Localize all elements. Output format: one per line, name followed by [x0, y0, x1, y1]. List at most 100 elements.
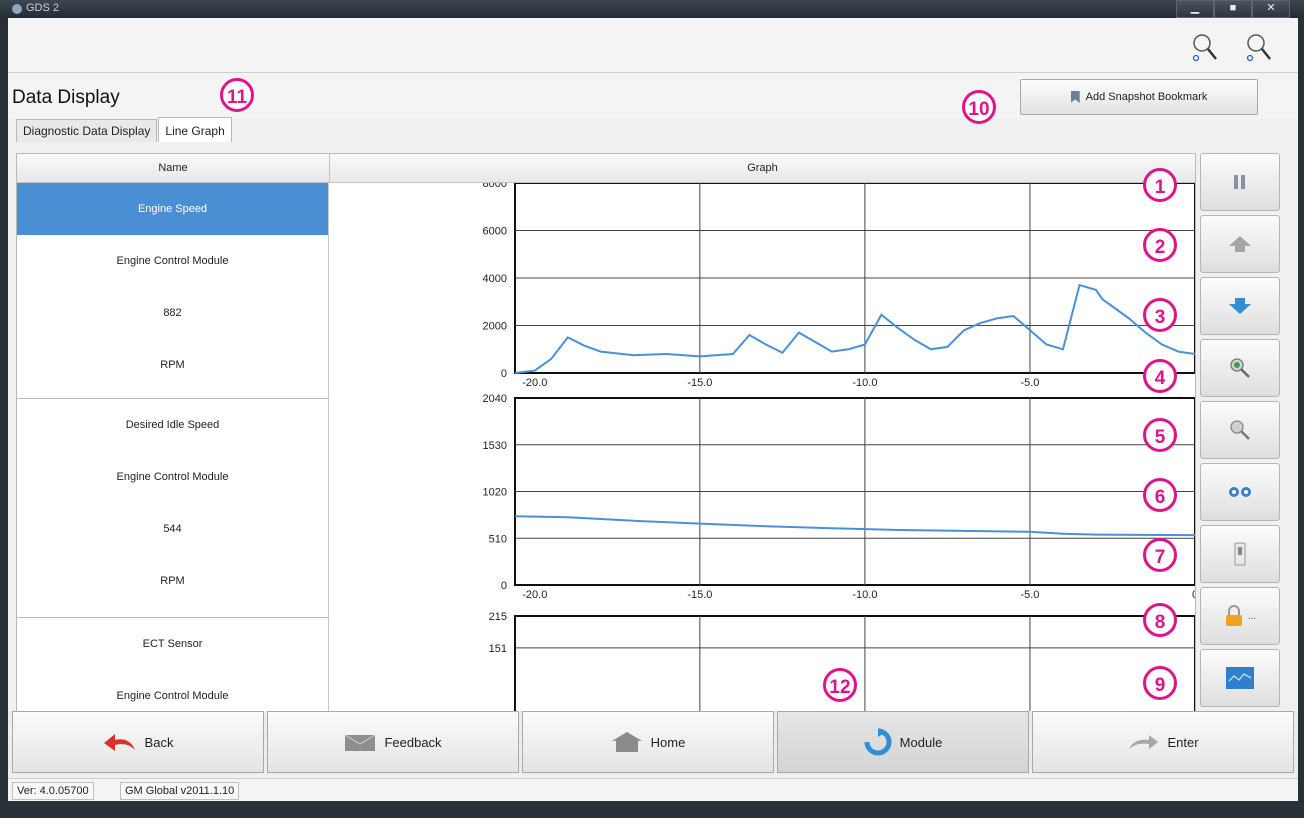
graph-view-button[interactable] [1200, 649, 1280, 707]
home-button[interactable]: Home [522, 711, 774, 773]
parameter-row[interactable]: ECT Sensor Engine Control Module [17, 618, 329, 711]
callout-11: 11 [220, 78, 254, 112]
module-button[interactable]: Module [777, 711, 1029, 773]
app-window: GDS 2 ▁ ■ ✕ Data Display Add Snapshot Bo… [0, 0, 1304, 818]
client-area: Data Display Add Snapshot Bookmark Diagn… [8, 18, 1298, 801]
y-tick-label: 1020 [483, 487, 507, 499]
lock-button[interactable]: ... [1200, 587, 1280, 645]
plot-frame [514, 615, 1195, 711]
parameter-unit: RPM [160, 359, 185, 371]
bookmark-icon [1070, 91, 1080, 103]
switch-icon [1234, 542, 1246, 566]
back-arrow-icon [103, 734, 135, 751]
tab-strip: Diagnostic Data Display Line Graph [16, 117, 233, 142]
callout-3: 3 [1143, 298, 1177, 332]
scroll-down-button[interactable] [1200, 277, 1280, 335]
x-tick-label: -20.0 [522, 589, 547, 601]
zoom-out-icon [1230, 358, 1250, 378]
y-tick-label: 8000 [483, 183, 507, 190]
module-label: Module [899, 734, 943, 750]
window-title: GDS 2 [26, 2, 60, 14]
callout-4: 4 [1143, 359, 1177, 393]
y-tick-label: 215 [489, 611, 507, 623]
line-graphs: -20.0 -15.0 -10.0 -5.0 0 2000 4000 6000 8000 -20.… [483, 183, 1195, 711]
callout-5: 5 [1143, 418, 1177, 452]
feedback-label: Feedback [384, 734, 442, 750]
graph-icon [1226, 667, 1254, 689]
close-button[interactable]: ✕ [1252, 0, 1290, 18]
parameter-row[interactable]: Engine Speed Engine Control Module 882 R… [17, 183, 329, 399]
enter-button[interactable]: Enter [1032, 711, 1294, 773]
callout-7: 7 [1143, 538, 1177, 572]
title-bar: GDS 2 ▁ ■ ✕ [0, 0, 1304, 18]
back-button[interactable]: Back [12, 711, 264, 773]
maximize-button[interactable]: ■ [1214, 0, 1252, 18]
minimize-button[interactable]: ▁ [1176, 0, 1214, 18]
parameter-module: Engine Control Module [116, 255, 229, 267]
database-status: GM Global v2011.1.10 [120, 782, 240, 800]
parameter-name: Desired Idle Speed [125, 419, 220, 431]
y-tick-label: 6000 [483, 226, 507, 238]
pause-icon [1234, 175, 1245, 189]
zoom-out-button[interactable] [1200, 339, 1280, 397]
tab-line-graph[interactable]: Line Graph [158, 117, 232, 142]
y-tick-label: 510 [489, 533, 507, 545]
scroll-up-button[interactable] [1200, 215, 1280, 273]
parameter-module: Engine Control Module [116, 471, 229, 483]
y-tick-label: 2040 [483, 393, 507, 405]
graph-column-header[interactable]: Graph [330, 154, 1195, 183]
pause-button[interactable] [1200, 153, 1280, 211]
callout-1: 1 [1143, 168, 1177, 202]
switch-button[interactable] [1200, 525, 1280, 583]
page-header: Data Display Add Snapshot Bookmark [8, 73, 1298, 119]
parameter-unit: RPM [160, 575, 185, 587]
tab-diagnostic-data-display[interactable]: Diagnostic Data Display [16, 119, 158, 142]
name-column-header[interactable]: Name [17, 154, 330, 183]
x-tick-label: -10.0 [852, 377, 877, 389]
back-label: Back [144, 734, 174, 750]
bottom-navigation: Back Feedback Home Module Enter [8, 711, 1298, 775]
app-icon [12, 4, 22, 14]
x-tick-label: -5.0 [1020, 589, 1039, 601]
zoom-in-magnifier-icon[interactable] [1246, 32, 1272, 64]
y-tick-label: 0 [501, 580, 507, 592]
feedback-envelope-icon [345, 734, 376, 751]
top-toolbar [8, 18, 1298, 73]
callout-9: 9 [1143, 666, 1177, 700]
graph-controls-sidebar: ... [1198, 153, 1284, 711]
page-title: Data Display [12, 87, 120, 108]
lock-icon [1225, 605, 1242, 626]
module-refresh-icon [864, 728, 892, 756]
x-tick-label: -10.0 [852, 589, 877, 601]
y-tick-label: 1530 [483, 440, 507, 452]
parameter-module: Engine Control Module [116, 690, 229, 702]
y-tick-label: 4000 [483, 273, 507, 285]
callout-2: 2 [1143, 228, 1177, 262]
x-tick-label: -5.0 [1020, 377, 1039, 389]
x-tick-label: -15.0 [687, 589, 712, 601]
zoom-in-button[interactable] [1200, 401, 1280, 459]
scroll-down-icon [1229, 298, 1251, 314]
version-status: Ver: 4.0.05700 [12, 782, 94, 800]
x-tick-label: -20.0 [522, 377, 547, 389]
enter-arrow-icon [1129, 735, 1159, 749]
callout-12: 12 [823, 668, 857, 702]
add-snapshot-bookmark-button[interactable]: Add Snapshot Bookmark [1020, 79, 1258, 115]
parameter-list: Engine Speed Engine Control Module 882 R… [17, 183, 329, 711]
lock-suffix: ... [1247, 610, 1257, 622]
data-table: Name Graph Engine Speed Engine Control M… [16, 153, 1196, 712]
y-tick-label: 2000 [483, 321, 507, 333]
zoom-out-magnifier-icon[interactable] [1192, 32, 1218, 64]
callout-6: 6 [1143, 478, 1177, 512]
parameter-row[interactable]: Desired Idle Speed Engine Control Module… [17, 399, 329, 618]
x-tick-label: 0 [1192, 589, 1195, 601]
home-label: Home [650, 734, 686, 750]
snapshot-button-label: Add Snapshot Bookmark [1085, 91, 1208, 103]
parameter-value: 882 [163, 307, 182, 319]
view-toggle-button[interactable] [1200, 463, 1280, 521]
x-tick-label: -15.0 [687, 377, 712, 389]
status-bar: Ver: 4.0.05700 GM Global v2011.1.10 [8, 778, 1298, 801]
parameter-name: ECT Sensor [142, 638, 203, 650]
feedback-button[interactable]: Feedback [267, 711, 519, 773]
y-tick-label: 151 [489, 643, 507, 655]
